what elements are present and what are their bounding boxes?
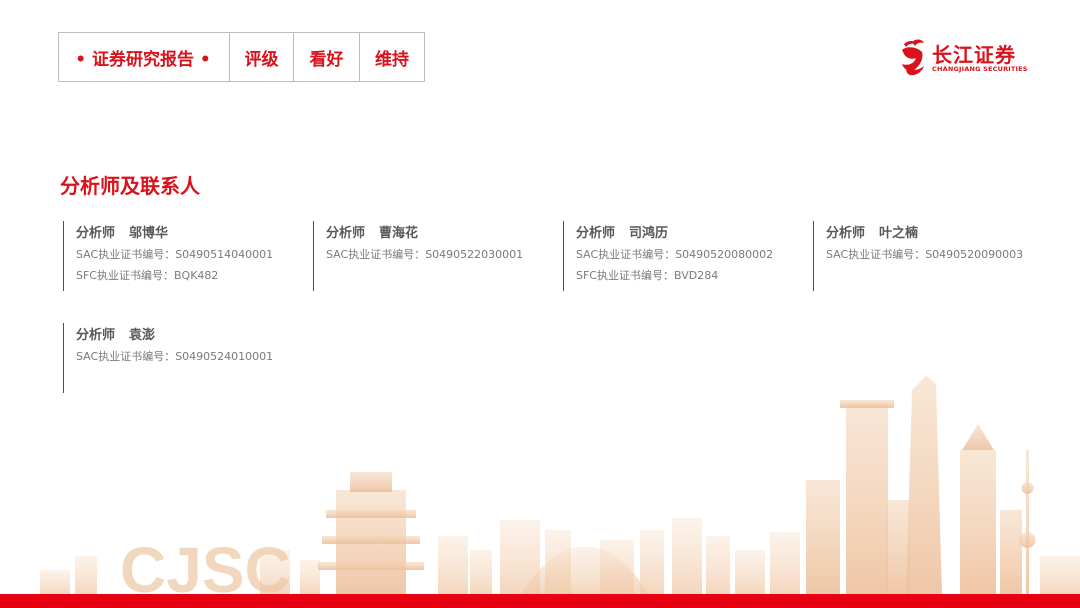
bottom-red-bar bbox=[0, 594, 1080, 608]
report-header: • 证券研究报告 • 评级 看好 维持 bbox=[58, 32, 425, 82]
analyst-name: 曹海花 bbox=[379, 226, 419, 241]
analyst-role: 分析师 bbox=[76, 226, 116, 241]
rating-value: 看好 bbox=[293, 33, 359, 81]
rating-action: 维持 bbox=[359, 33, 424, 81]
sac-cert: SAC执业证书编号：S0490520080002 bbox=[576, 248, 774, 261]
sac-cert: SAC执业证书编号：S0490522030001 bbox=[326, 248, 524, 261]
analyst-name-line: 分析师 司鸿历 bbox=[576, 224, 773, 244]
sac-cert: SAC执业证书编号：S0490514040001 bbox=[76, 248, 274, 261]
analyst-name: 袁澎 bbox=[129, 328, 156, 343]
logo-emblem-icon bbox=[902, 39, 924, 76]
analyst-name: 邬博华 bbox=[129, 226, 169, 241]
analyst-card: 分析师 司鸿历 SAC执业证书编号：S0490520080002 SFC执业证书编… bbox=[563, 221, 773, 291]
sfc-cert: SFC执业证书编号：BVD284 bbox=[576, 269, 719, 282]
analyst-name-line: 分析师 袁澎 bbox=[76, 326, 273, 346]
analyst-name: 司鸿历 bbox=[629, 226, 669, 241]
analyst-role: 分析师 bbox=[576, 226, 616, 241]
analyst-name-line: 分析师 曹海花 bbox=[326, 224, 523, 244]
city-skyline-illustration: CJSC bbox=[40, 376, 1080, 596]
rating-label: 评级 bbox=[229, 33, 293, 81]
sfc-cert: SFC执业证书编号：BQK482 bbox=[76, 269, 219, 282]
watermark-text: CJSC bbox=[120, 534, 291, 596]
analyst-name: 叶之楠 bbox=[879, 226, 919, 241]
section-title: 分析师及联系人 bbox=[60, 174, 200, 198]
analyst-card: 分析师 曹海花 SAC执业证书编号：S0490522030001 bbox=[313, 221, 523, 291]
analyst-role: 分析师 bbox=[326, 226, 366, 241]
sac-cert: SAC执业证书编号：S0490520090003 bbox=[826, 248, 1024, 261]
analyst-role: 分析师 bbox=[76, 328, 116, 343]
logo-name-cn: 长江证券 bbox=[932, 43, 1016, 67]
analyst-role: 分析师 bbox=[826, 226, 866, 241]
report-type-label: • 证券研究报告 • bbox=[75, 49, 211, 70]
company-logo: 长江证券 CHANGJIANG SECURITIES bbox=[898, 38, 1028, 78]
analyst-name-line: 分析师 邬博华 bbox=[76, 224, 273, 244]
analyst-card: 分析师 叶之楠 SAC执业证书编号：S0490520090003 bbox=[813, 221, 1023, 291]
analyst-name-line: 分析师 叶之楠 bbox=[826, 224, 1023, 244]
analyst-card: 分析师 邬博华 SAC执业证书编号：S0490514040001 SFC执业证书编… bbox=[63, 221, 273, 291]
logo-name-en: CHANGJIANG SECURITIES bbox=[932, 65, 1028, 73]
